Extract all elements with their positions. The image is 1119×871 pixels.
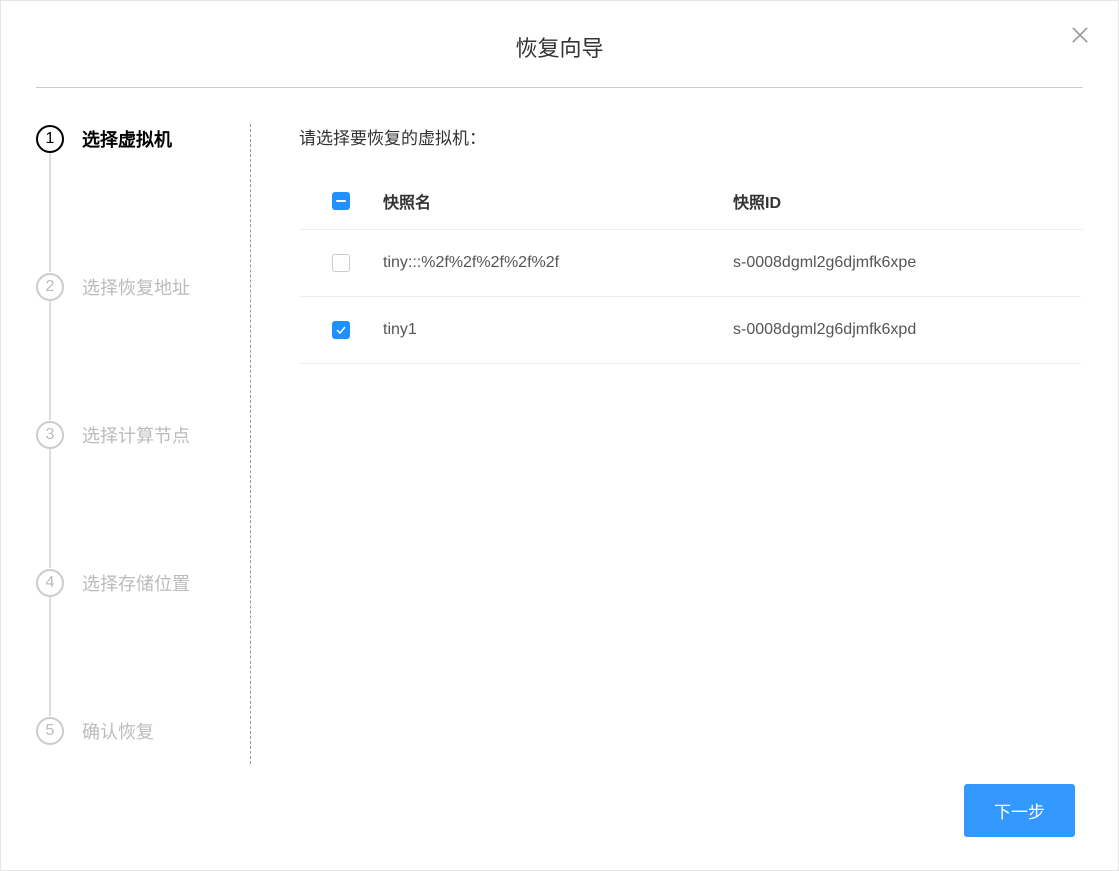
header-snapshot-id: 快照ID: [733, 189, 1083, 213]
main-content: 请选择要恢复的虚拟机： 快照名 快照ID tiny:::%2f%2f%2f%2f…: [251, 124, 1083, 764]
step-connector: [49, 300, 51, 420]
snapshot-id: s-0008dgml2g6djmfk6xpe: [733, 254, 1081, 272]
step-label: 选择虚拟机: [82, 126, 172, 152]
restore-wizard-modal: 恢复向导 1 选择虚拟机 2 选择恢复地址 3 选择计算节点 4 选择存储位置: [0, 0, 1119, 871]
step-number: 1: [36, 125, 64, 153]
table-row[interactable]: tiny:::%2f%2f%2f%2f%2f s-0008dgml2g6djmf…: [299, 230, 1081, 297]
snapshot-table: 快照名 快照ID tiny:::%2f%2f%2f%2f%2f s-0008dg…: [299, 173, 1083, 764]
step-select-storage[interactable]: 4 选择存储位置: [36, 568, 230, 598]
step-number: 3: [36, 421, 64, 449]
step-confirm[interactable]: 5 确认恢复: [36, 716, 230, 746]
modal-footer: 下一步: [36, 784, 1083, 837]
step-label: 确认恢复: [82, 718, 154, 744]
step-label: 选择恢复地址: [82, 274, 190, 300]
steps-sidebar: 1 选择虚拟机 2 选择恢复地址 3 选择计算节点 4 选择存储位置 5: [36, 124, 251, 764]
next-button[interactable]: 下一步: [964, 784, 1075, 837]
step-label: 选择计算节点: [82, 422, 190, 448]
step-select-address[interactable]: 2 选择恢复地址: [36, 272, 230, 302]
content-prompt: 请选择要恢复的虚拟机：: [299, 124, 1083, 149]
horizontal-scrollbar[interactable]: [299, 746, 1083, 764]
step-number: 2: [36, 273, 64, 301]
step-label: 选择存储位置: [82, 570, 190, 596]
table-row[interactable]: tiny1 s-0008dgml2g6djmfk6xpd: [299, 297, 1081, 364]
row-checkbox[interactable]: [332, 321, 350, 339]
modal-body: 1 选择虚拟机 2 选择恢复地址 3 选择计算节点 4 选择存储位置 5: [36, 124, 1083, 764]
snapshot-id: s-0008dgml2g6djmfk6xpd: [733, 321, 1081, 339]
row-check-cell: [299, 321, 383, 339]
select-all-cell: [299, 192, 383, 210]
step-connector: [49, 152, 51, 272]
row-check-cell: [299, 254, 383, 272]
close-icon[interactable]: [1070, 25, 1090, 45]
table-header: 快照名 快照ID: [299, 173, 1083, 230]
step-number: 5: [36, 717, 64, 745]
step-select-vm[interactable]: 1 选择虚拟机: [36, 124, 230, 154]
step-connector: [49, 448, 51, 568]
step-number: 4: [36, 569, 64, 597]
snapshot-name: tiny1: [383, 321, 733, 339]
select-all-checkbox[interactable]: [332, 192, 350, 210]
table-body[interactable]: tiny:::%2f%2f%2f%2f%2f s-0008dgml2g6djmf…: [299, 230, 1083, 744]
header-snapshot-name: 快照名: [383, 189, 733, 213]
snapshot-name: tiny:::%2f%2f%2f%2f%2f: [383, 254, 733, 272]
row-checkbox[interactable]: [332, 254, 350, 272]
step-select-compute[interactable]: 3 选择计算节点: [36, 420, 230, 450]
step-connector: [49, 596, 51, 716]
modal-title: 恢复向导: [36, 31, 1083, 88]
